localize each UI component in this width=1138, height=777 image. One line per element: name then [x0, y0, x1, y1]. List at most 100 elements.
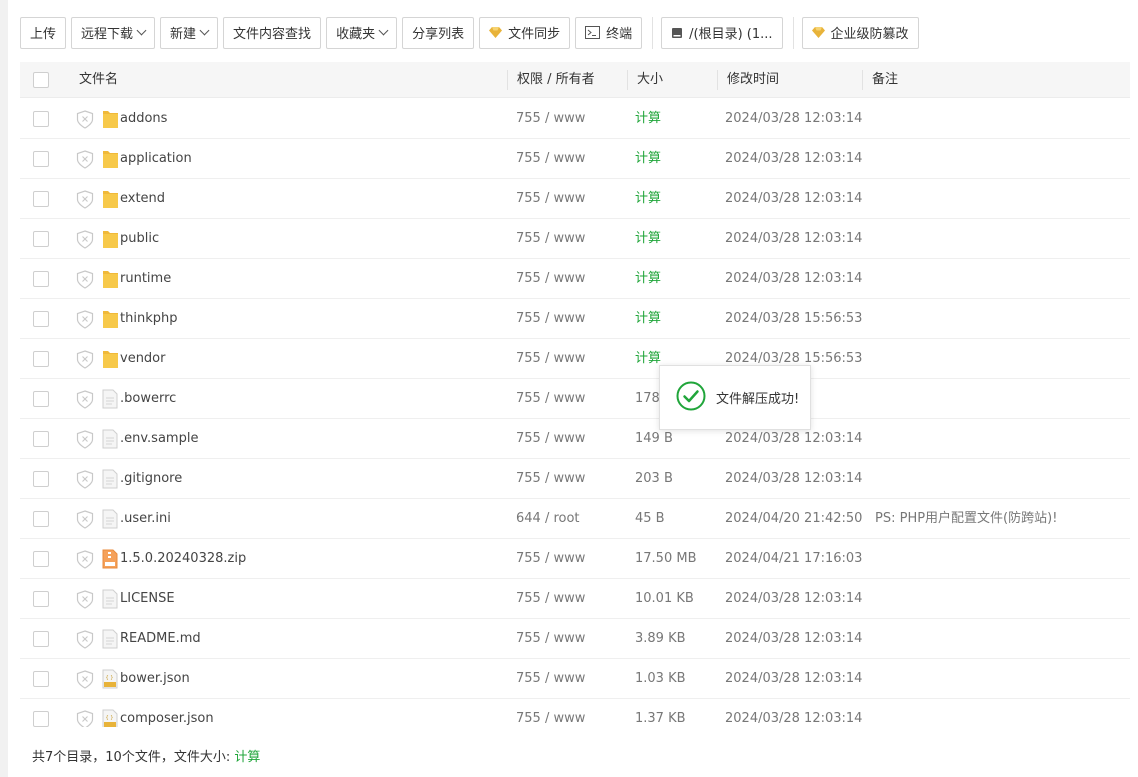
table-row[interactable]: .env.sample 755 / www 149 B 2024/03/28 12:0… — [20, 419, 1130, 459]
row-checkbox[interactable] — [33, 671, 49, 687]
file-name[interactable]: public — [120, 219, 159, 259]
row-checkbox[interactable] — [33, 511, 49, 527]
shield-x-icon[interactable] — [76, 550, 94, 572]
shield-x-icon[interactable] — [76, 230, 94, 252]
file-permission[interactable]: 755 / www — [516, 219, 585, 259]
file-permission[interactable]: 755 / www — [516, 259, 585, 299]
shield-x-icon[interactable] — [76, 270, 94, 292]
favorites-button[interactable]: 收藏夹 — [326, 16, 398, 49]
select-all-checkbox[interactable] — [33, 72, 49, 88]
row-checkbox[interactable] — [33, 631, 49, 647]
row-checkbox[interactable] — [33, 711, 49, 727]
shield-x-icon[interactable] — [76, 350, 94, 372]
file-size[interactable]: 计算 — [635, 339, 661, 379]
file-permission[interactable]: 755 / www — [516, 419, 585, 459]
table-row[interactable]: .gitignore 755 / www 203 B 2024/03/28 12:03… — [20, 459, 1130, 499]
file-permission[interactable]: 755 / www — [516, 179, 585, 219]
share-list-button[interactable]: 分享列表 — [402, 16, 475, 49]
file-name[interactable]: LICENSE — [120, 579, 175, 619]
calc-total-link[interactable]: 计算 — [234, 750, 260, 765]
table-row[interactable]: .bowerrc755 / www1784 — [20, 379, 1130, 419]
table-row[interactable]: { } bower.json 755 / www 1.03 KB 2024/03/28 … — [20, 659, 1130, 699]
file-name[interactable]: .gitignore — [120, 459, 182, 499]
file-permission[interactable]: 755 / www — [516, 339, 585, 379]
file-permission[interactable]: 755 / www — [516, 379, 585, 419]
tamper-proof-button[interactable]: 企业级防篡改 — [801, 16, 919, 49]
shield-x-icon[interactable] — [76, 470, 94, 492]
file-name[interactable]: extend — [120, 179, 165, 219]
shield-x-icon[interactable] — [76, 430, 94, 452]
column-perm[interactable]: 权限 / 所有者 — [517, 62, 595, 98]
shield-x-icon[interactable] — [76, 190, 94, 212]
file-name[interactable]: .user.ini — [120, 499, 171, 539]
file-name[interactable]: addons — [120, 99, 167, 139]
table-row[interactable]: addons 755 / www 计算 2024/03/28 12:03:14 — [20, 99, 1130, 139]
file-name[interactable]: bower.json — [120, 659, 190, 699]
file-name[interactable]: application — [120, 139, 192, 179]
shield-x-icon[interactable] — [76, 710, 94, 727]
file-permission[interactable]: 644 / root — [516, 499, 580, 539]
file-name[interactable]: thinkphp — [120, 299, 177, 339]
shield-x-icon[interactable] — [76, 310, 94, 332]
path-selector[interactable]: /(根目录) (1... — [661, 16, 783, 49]
file-name[interactable]: .bowerrc — [120, 379, 176, 419]
row-checkbox[interactable] — [33, 591, 49, 607]
file-size[interactable]: 计算 — [635, 219, 661, 259]
shield-x-icon[interactable] — [76, 110, 94, 132]
row-checkbox[interactable] — [33, 191, 49, 207]
shield-x-icon[interactable] — [76, 390, 94, 412]
remote-download-button[interactable]: 远程下载 — [71, 16, 156, 49]
file-permission[interactable]: 755 / www — [516, 299, 585, 339]
table-row[interactable]: extend 755 / www 计算 2024/03/28 12:03:14 — [20, 179, 1130, 219]
file-permission[interactable]: 755 / www — [516, 699, 585, 727]
file-permission[interactable]: 755 / www — [516, 659, 585, 699]
file-permission[interactable]: 755 / www — [516, 99, 585, 139]
shield-x-icon[interactable] — [76, 150, 94, 172]
file-permission[interactable]: 755 / www — [516, 539, 585, 579]
file-name[interactable]: .env.sample — [120, 419, 198, 459]
table-row[interactable]: .user.ini 644 / root 45 B 2024/04/20 21:42:… — [20, 499, 1130, 539]
row-checkbox[interactable] — [33, 431, 49, 447]
table-row[interactable]: { } composer.json 755 / www 1.37 KB 2024/03/… — [20, 699, 1130, 727]
shield-x-icon[interactable] — [76, 630, 94, 652]
table-row[interactable]: application 755 / www 计算 2024/03/28 12:03:1… — [20, 139, 1130, 179]
row-checkbox[interactable] — [33, 351, 49, 367]
column-name[interactable]: 文件名 — [79, 62, 118, 98]
row-checkbox[interactable] — [33, 231, 49, 247]
new-button[interactable]: 新建 — [160, 16, 219, 49]
file-name[interactable]: runtime — [120, 259, 171, 299]
row-checkbox[interactable] — [33, 111, 49, 127]
file-note[interactable]: PS: PHP用户配置文件(防跨站)! — [875, 499, 1057, 539]
content-search-button[interactable]: 文件内容查找 — [223, 16, 322, 49]
table-row[interactable]: README.md 755 / www 3.89 KB 2024/03/28 12:0… — [20, 619, 1130, 659]
upload-button[interactable]: 上传 — [20, 16, 67, 49]
file-size[interactable]: 计算 — [635, 99, 661, 139]
table-row[interactable]: 1.5.0.20240328.zip 755 / www 17.50 MB 2024/… — [20, 539, 1130, 579]
terminal-button[interactable]: 终端 — [575, 16, 643, 49]
file-size[interactable]: 计算 — [635, 179, 661, 219]
file-permission[interactable]: 755 / www — [516, 139, 585, 179]
shield-x-icon[interactable] — [76, 670, 94, 692]
row-checkbox[interactable] — [33, 311, 49, 327]
row-checkbox[interactable] — [33, 391, 49, 407]
file-size[interactable]: 计算 — [635, 139, 661, 179]
table-row[interactable]: thinkphp 755 / www 计算 2024/03/28 15:56:53 — [20, 299, 1130, 339]
file-name[interactable]: README.md — [120, 619, 201, 659]
column-mtime[interactable]: 修改时间 — [727, 62, 779, 98]
shield-x-icon[interactable] — [76, 510, 94, 532]
file-name[interactable]: 1.5.0.20240328.zip — [120, 539, 246, 579]
table-row[interactable]: runtime 755 / www 计算 2024/03/28 12:03:14 — [20, 259, 1130, 299]
row-checkbox[interactable] — [33, 471, 49, 487]
table-row[interactable]: vendor 755 / www 计算 2024/03/28 15:56:53 — [20, 339, 1130, 379]
file-permission[interactable]: 755 / www — [516, 579, 585, 619]
file-size[interactable]: 计算 — [635, 299, 661, 339]
table-row[interactable]: public 755 / www 计算 2024/03/28 12:03:14 — [20, 219, 1130, 259]
file-name[interactable]: composer.json — [120, 699, 214, 727]
shield-x-icon[interactable] — [76, 590, 94, 612]
file-permission[interactable]: 755 / www — [516, 619, 585, 659]
table-row[interactable]: LICENSE 755 / www 10.01 KB 2024/03/28 12:03… — [20, 579, 1130, 619]
file-size[interactable]: 计算 — [635, 259, 661, 299]
row-checkbox[interactable] — [33, 551, 49, 567]
column-size[interactable]: 大小 — [637, 62, 663, 98]
row-checkbox[interactable] — [33, 151, 49, 167]
